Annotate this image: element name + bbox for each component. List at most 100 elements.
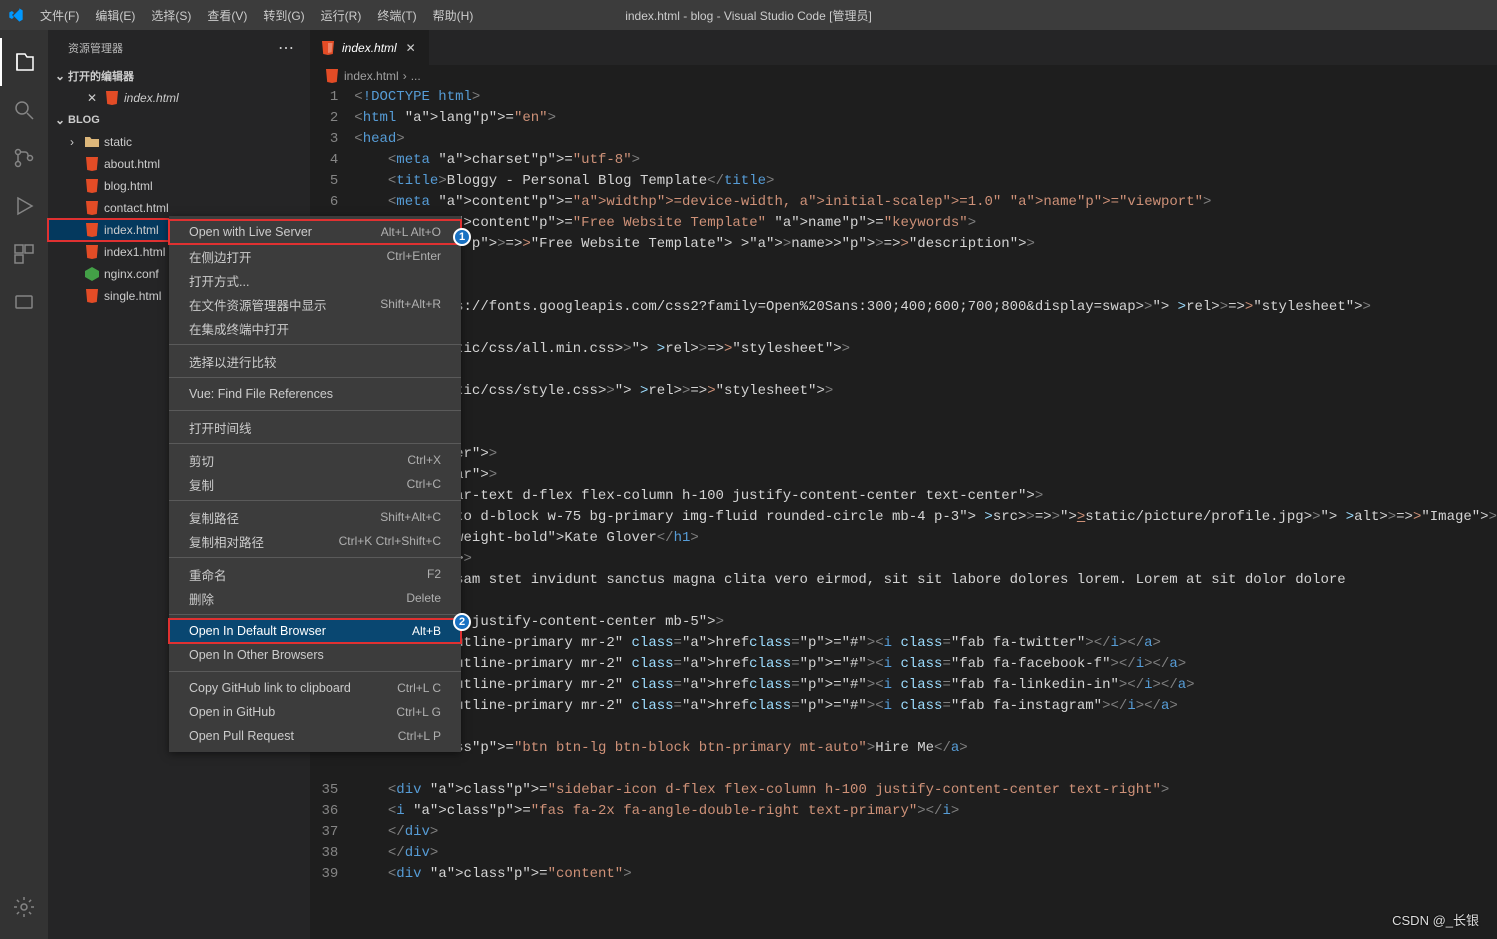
context-menu-item[interactable]: 剪切 Ctrl+X (169, 448, 461, 472)
breadcrumb-file: index.html (344, 69, 399, 83)
code-editor[interactable]: 12345673536373839 <!DOCTYPE html><html "… (310, 87, 1497, 939)
menu-item[interactable]: 文件(F) (32, 3, 87, 28)
close-icon[interactable]: ✕ (84, 91, 100, 105)
context-menu-item[interactable]: Vue: Find File References (169, 382, 461, 406)
file-label: single.html (104, 289, 161, 303)
explorer-header: 资源管理器 ⋯ (48, 30, 310, 65)
annotation-badge: 2 (453, 613, 471, 631)
context-menu-item[interactable]: 复制路径 Shift+Alt+C (169, 505, 461, 529)
open-editors-section[interactable]: ⌄ 打开的编辑器 (48, 65, 310, 87)
context-menu-label: Open Pull Request (189, 729, 294, 743)
context-menu-shortcut: Shift+Alt+R (380, 297, 441, 311)
context-menu-item[interactable]: Open in GitHubCtrl+L G (169, 700, 461, 724)
context-menu-item[interactable]: Copy GitHub link to clipboardCtrl+L C (169, 676, 461, 700)
tab-index-html[interactable]: index.html ✕ (310, 30, 430, 65)
source-control-icon[interactable] (0, 134, 48, 182)
context-menu-shortcut: Alt+B (412, 624, 441, 638)
context-menu-label: 删除 (189, 589, 214, 608)
context-menu-shortcut: Ctrl+Enter (387, 249, 441, 263)
vscode-logo-icon (8, 7, 24, 23)
file-tree-item[interactable]: › static (48, 131, 310, 153)
explorer-icon[interactable] (0, 38, 48, 86)
menu-item[interactable]: 转到(G) (255, 3, 312, 28)
menu-item[interactable]: 选择(S) (143, 3, 199, 28)
breadcrumb-more: ... (411, 69, 421, 83)
html-file-icon (324, 68, 340, 84)
search-icon[interactable] (0, 86, 48, 134)
context-menu-label: 剪切 (189, 451, 214, 470)
context-menu-label: 复制路径 (189, 508, 239, 527)
file-tree-item[interactable]: about.html (48, 153, 310, 175)
open-editor-item[interactable]: ✕ index.html (48, 87, 310, 109)
editor-tabs: index.html ✕ (310, 30, 1497, 65)
context-menu-label: 选择以进行比较 (189, 352, 277, 371)
editor-area: index.html ✕ index.html › ... 1234567353… (310, 30, 1497, 939)
context-menu-item[interactable]: 删除 Delete (169, 586, 461, 610)
context-menu-item[interactable]: 打开时间线 (169, 415, 461, 439)
more-actions-icon[interactable]: ⋯ (278, 38, 294, 58)
context-menu-shortcut: Shift+Alt+C (380, 510, 441, 524)
testing-icon[interactable] (0, 278, 48, 326)
context-menu-label: Open In Default Browser (189, 624, 326, 638)
context-menu-label: 复制相对路径 (189, 532, 264, 551)
context-menu-separator (169, 614, 461, 615)
context-menu-item[interactable]: 复制 Ctrl+C (169, 472, 461, 496)
chevron-down-icon: ⌄ (52, 113, 68, 127)
context-menu-item[interactable]: 选择以进行比较 (169, 349, 461, 373)
context-menu-label: 在侧边打开 (189, 247, 252, 266)
context-menu-shortcut: Ctrl+C (407, 477, 441, 491)
menu-item[interactable]: 编辑(E) (87, 3, 143, 28)
tab-label: index.html (342, 41, 397, 55)
context-menu-shortcut: Ctrl+L P (398, 729, 441, 743)
menu-item[interactable]: 终端(T) (369, 3, 424, 28)
file-label: index1.html (104, 245, 165, 259)
context-menu-label: 在文件资源管理器中显示 (189, 295, 327, 314)
annotation-badge: 1 (453, 228, 471, 246)
run-debug-icon[interactable] (0, 182, 48, 230)
context-menu-item[interactable]: Open In Default Browser Alt+B (169, 619, 461, 643)
html-file-icon (84, 222, 100, 238)
close-icon[interactable]: ✕ (403, 41, 419, 55)
context-menu-label: 复制 (189, 475, 214, 494)
context-menu-label: 打开方式... (189, 271, 249, 290)
breadcrumbs[interactable]: index.html › ... (310, 65, 1497, 87)
context-menu-item[interactable]: Open Pull Request Ctrl+L P (169, 724, 461, 748)
context-menu-item[interactable]: 在集成终端中打开 (169, 316, 461, 340)
context-menu-item[interactable]: 打开方式... (169, 268, 461, 292)
html-file-icon (84, 200, 100, 216)
context-menu-item[interactable]: Open In Other Browsers (169, 643, 461, 667)
context-menu-label: Open In Other Browsers (189, 648, 324, 662)
context-menu-item[interactable]: 在侧边打开 Ctrl+Enter (169, 244, 461, 268)
file-label: static (104, 135, 132, 149)
html-file-icon (104, 90, 120, 106)
context-menu-separator (169, 671, 461, 672)
context-menu-separator (169, 443, 461, 444)
context-menu-item[interactable]: 复制相对路径Ctrl+K Ctrl+Shift+C (169, 529, 461, 553)
context-menu-shortcut: Ctrl+L C (397, 681, 441, 695)
chevron-right-icon: › (403, 69, 407, 83)
watermark: CSDN @_长银 (1392, 910, 1479, 929)
context-menu-label: 在集成终端中打开 (189, 319, 289, 338)
context-menu-shortcut: Ctrl+X (407, 453, 441, 467)
context-menu-shortcut: Delete (406, 591, 441, 605)
context-menu-label: 重命名 (189, 565, 227, 584)
context-menu-item[interactable]: Open with Live ServerAlt+L Alt+O (169, 220, 461, 244)
menu-item[interactable]: 帮助(H) (425, 3, 482, 28)
workspace-section[interactable]: ⌄ BLOG (48, 109, 310, 131)
file-label: contact.html (104, 201, 169, 215)
extensions-icon[interactable] (0, 230, 48, 278)
settings-icon[interactable] (0, 883, 48, 931)
context-menu-shortcut: F2 (427, 567, 441, 581)
file-label: nginx.conf (104, 267, 159, 281)
context-menu-item[interactable]: 在文件资源管理器中显示 Shift+Alt+R (169, 292, 461, 316)
file-tree-item[interactable]: blog.html (48, 175, 310, 197)
context-menu: Open with Live ServerAlt+L Alt+O 在侧边打开 Ctr… (169, 216, 461, 752)
context-menu-separator (169, 500, 461, 501)
menu-item[interactable]: 运行(R) (313, 3, 370, 28)
file-label: about.html (104, 157, 160, 171)
chevron-right-icon: › (64, 135, 80, 149)
file-label: index.html (124, 91, 179, 105)
context-menu-shortcut: Ctrl+L G (396, 705, 441, 719)
menu-item[interactable]: 查看(V) (199, 3, 255, 28)
context-menu-item[interactable]: 重命名 F2 (169, 562, 461, 586)
